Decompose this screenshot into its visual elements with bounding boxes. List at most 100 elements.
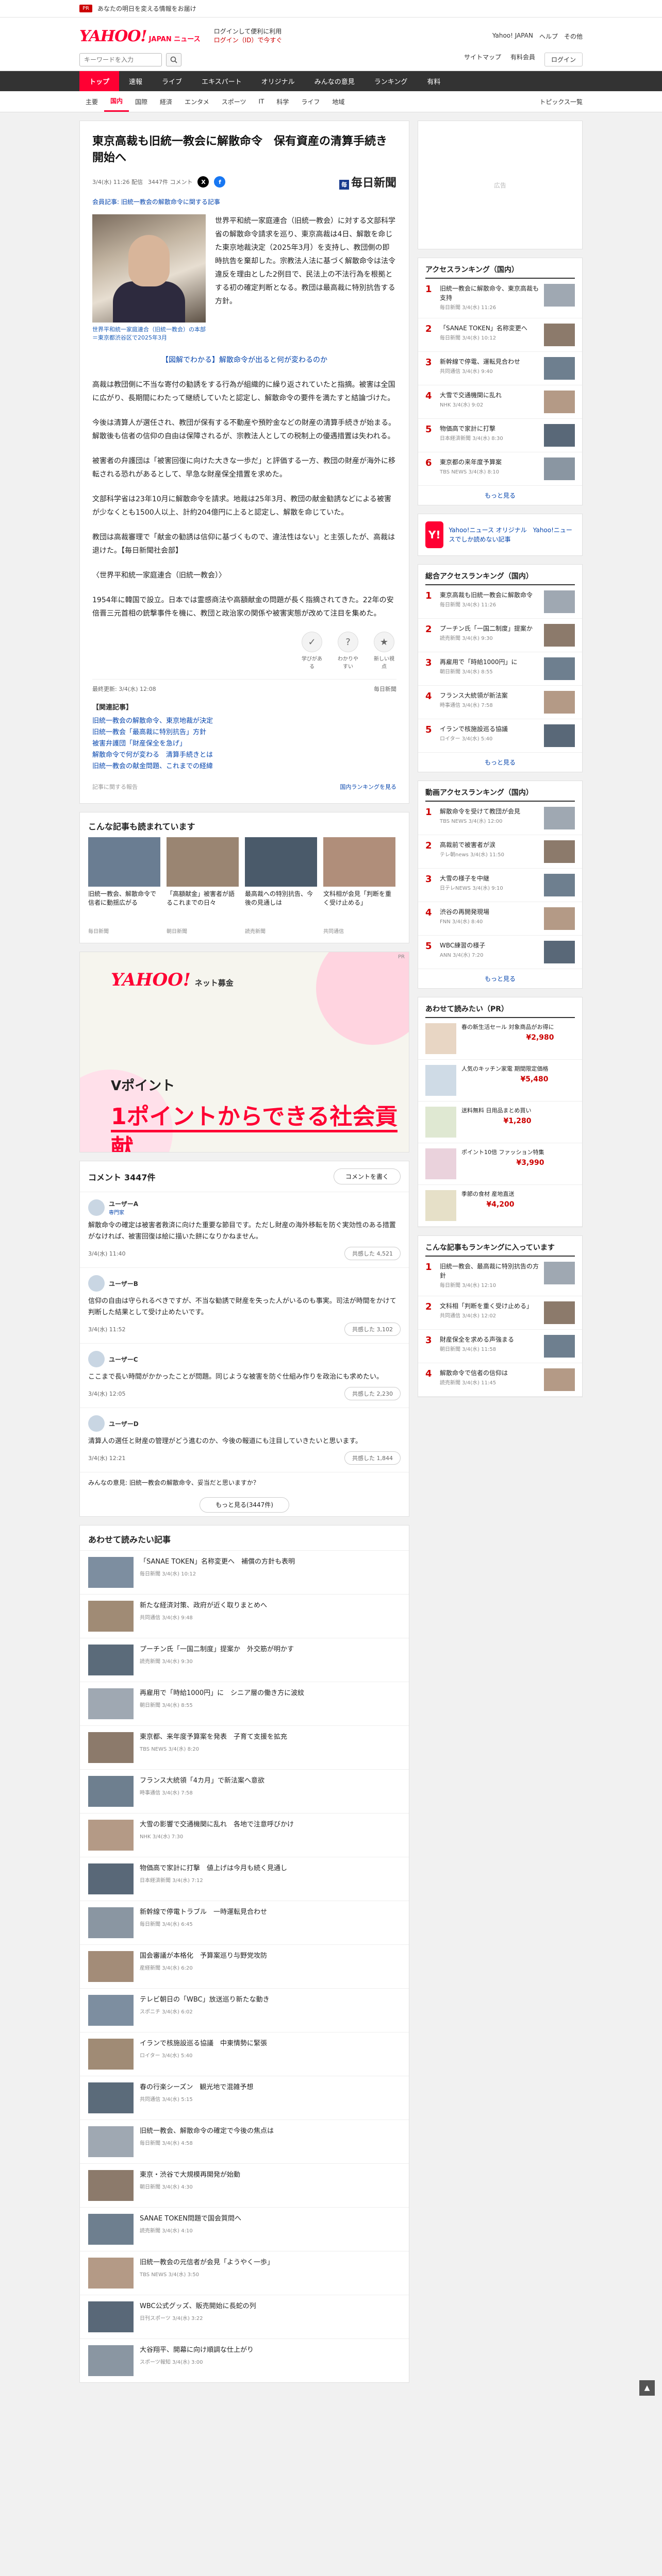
- ranking-item[interactable]: 4 大雪で交通機関に乱れ NHK 3/4(水) 9:02: [418, 385, 582, 419]
- ranking-thumbnail[interactable]: [544, 424, 575, 447]
- ranking-thumbnail[interactable]: [544, 324, 575, 346]
- premium-link[interactable]: 有料会員: [510, 53, 535, 66]
- category-tab[interactable]: ライフ: [295, 92, 326, 111]
- related-link[interactable]: 解散命令で何が変わる 清算手続きとは: [92, 750, 396, 761]
- avatar[interactable]: [88, 1415, 105, 1432]
- shop-title[interactable]: 送料無料 日用品まとめ買い: [461, 1107, 532, 1115]
- ranking-title[interactable]: 解散命令で信者の信仰は: [440, 1368, 539, 1378]
- ranking-link[interactable]: 国内ランキングを見る: [340, 783, 396, 791]
- related-title[interactable]: プーチン氏「一国二制度」提案か 外交筋が明かす: [140, 1645, 401, 1655]
- recommend-item[interactable]: 旧統一教会、解散命令で信者に動揺広がる 毎日新聞: [88, 837, 160, 935]
- ranking-item[interactable]: 1 解散命令を受けて教団が会見 TBS NEWS 3/4(水) 12:00: [418, 802, 582, 835]
- nav-tab[interactable]: 速報: [119, 71, 152, 91]
- ranking-item[interactable]: 2 「SANAE TOKEN」名称変更へ 毎日新聞 3/4(水) 10:12: [418, 318, 582, 352]
- comments-count-link[interactable]: 3447件 コメント: [148, 178, 193, 186]
- related-title[interactable]: 国会審議が本格化 予算案巡り与野党攻防: [140, 1951, 401, 1961]
- ranking-title[interactable]: 旧統一教会に解散命令、東京高裁も支持: [440, 284, 539, 302]
- category-tab[interactable]: 地域: [326, 92, 351, 111]
- promo-text[interactable]: あなたの明日を変える情報をお届け: [97, 4, 196, 13]
- ranking-item[interactable]: 4 渋谷の再開発現場 FNN 3/4(水) 8:40: [418, 902, 582, 936]
- related-item[interactable]: 物価高で家計に打撃 値上げは今月も続く見通し 日本経済新聞 3/4(水) 7:12: [80, 1857, 409, 1901]
- comment-author[interactable]: ユーザーD: [109, 1419, 139, 1428]
- related-link[interactable]: 旧統一教会の献金問題、これまでの経緯: [92, 761, 396, 772]
- shop-thumbnail[interactable]: [425, 1148, 456, 1179]
- related-title[interactable]: 大雪の影響で交通機関に乱れ 各地で注意呼びかけ: [140, 1820, 401, 1830]
- ranking-title[interactable]: 高裁前で被害者が涙: [440, 840, 539, 850]
- related-title[interactable]: 新たな経済対策、政府が近く取りまとめへ: [140, 1601, 401, 1611]
- more-comments-button[interactable]: もっと見る(3447件): [200, 1497, 289, 1513]
- ranking-thumbnail[interactable]: [544, 624, 575, 647]
- original-promo[interactable]: Y! Yahoo!ニュース オリジナル Yahoo!ニュースでしか読めない記事: [418, 514, 583, 556]
- related-title[interactable]: 旧統一教会、解散命令の確定で今後の焦点は: [140, 2126, 401, 2137]
- survey-link[interactable]: みんなの意見: 旧統一教会の解散命令、妥当だと思いますか？: [80, 1472, 409, 1493]
- article-source[interactable]: 毎日新聞: [374, 685, 396, 693]
- shop-item[interactable]: 送料無料 日用品まとめ買い ¥1,280: [418, 1101, 582, 1143]
- related-thumbnail[interactable]: [88, 1688, 134, 1719]
- nav-tab[interactable]: エキスパート: [192, 71, 252, 91]
- related-item[interactable]: フランス大統領「4カ月」で新法案へ意欲 時事通信 3/4(水) 7:58: [80, 1769, 409, 1813]
- related-title[interactable]: イランで核施設巡る協議 中東情勢に緊張: [140, 2039, 401, 2049]
- ranking-thumbnail[interactable]: [544, 1368, 575, 1391]
- ranking-item[interactable]: 5 イランで核施設巡る協議 ロイター 3/4(水) 5:40: [418, 719, 582, 753]
- nav-tab[interactable]: みんなの意見: [305, 71, 365, 91]
- login-now-link[interactable]: ログイン（ID）で今すぐ: [214, 36, 283, 45]
- related-thumbnail[interactable]: [88, 1776, 134, 1807]
- ranking-thumbnail[interactable]: [544, 807, 575, 829]
- category-tab[interactable]: スポーツ: [216, 92, 253, 111]
- sitemap-link[interactable]: サイトマップ: [464, 53, 501, 66]
- agree-button[interactable]: 共感した 3,102: [344, 1323, 401, 1336]
- ranking-title[interactable]: 文科相「判断を重く受け止める」: [440, 1301, 539, 1311]
- related-thumbnail[interactable]: [88, 2039, 134, 2070]
- search-input[interactable]: [79, 53, 162, 66]
- related-title[interactable]: 東京都、来年度予算案を発表 子育て支援を拡充: [140, 1732, 401, 1742]
- shop-thumbnail[interactable]: [425, 1190, 456, 1221]
- ranking-item[interactable]: 5 WBC練習の様子 ANN 3/4(水) 7:20: [418, 936, 582, 969]
- x-share-icon[interactable]: X: [197, 176, 209, 188]
- ranking-more-link[interactable]: もっと見る: [418, 486, 582, 505]
- shop-thumbnail[interactable]: [425, 1023, 456, 1054]
- shop-thumbnail[interactable]: [425, 1065, 456, 1096]
- back-to-top-button[interactable]: ▲: [639, 2380, 655, 2396]
- ranking-item[interactable]: 2 高裁前で被害者が涙 テレ朝news 3/4(水) 11:50: [418, 835, 582, 869]
- article-subhead-link[interactable]: 【図解でわかる】解散命令が出ると何が変わるのか: [92, 353, 396, 367]
- related-title[interactable]: 旧統一教会の元信者が会見「ようやく一歩」: [140, 2258, 401, 2268]
- agree-button[interactable]: 共感した 2,230: [344, 1387, 401, 1400]
- related-item[interactable]: イランで核施設巡る協議 中東情勢に緊張 ロイター 3/4(水) 5:40: [80, 2032, 409, 2076]
- nav-tab[interactable]: ライブ: [152, 71, 192, 91]
- yahoo-japan-link[interactable]: Yahoo! JAPAN: [492, 32, 533, 41]
- related-thumbnail[interactable]: [88, 1820, 134, 1851]
- source-logo[interactable]: 毎毎日新聞: [339, 174, 396, 190]
- related-item[interactable]: 旧統一教会の元信者が会見「ようやく一歩」 TBS NEWS 3/4(水) 3:50: [80, 2251, 409, 2295]
- related-title[interactable]: フランス大統領「4カ月」で新法案へ意欲: [140, 1776, 401, 1786]
- related-thumbnail[interactable]: [88, 1995, 134, 2026]
- ranking-title[interactable]: 大雪で交通機関に乱れ: [440, 391, 539, 400]
- avatar[interactable]: [88, 1351, 105, 1367]
- related-title[interactable]: 東京・渋谷で大規模再開発が始動: [140, 2170, 401, 2180]
- ranking-item[interactable]: 3 新幹線で停電、運転見合わせ 共同通信 3/4(水) 9:40: [418, 352, 582, 385]
- yahoo-news-logo[interactable]: YAHOO! JAPAN ニュース: [79, 27, 201, 45]
- reaction-learn-button[interactable]: ✓ 学びがある: [300, 632, 324, 670]
- article-tag-link[interactable]: 会員記事: 旧統一教会の解散命令に関する記事: [92, 197, 396, 206]
- ranking-item[interactable]: 4 フランス大統領が新法案 時事通信 3/4(水) 7:58: [418, 686, 582, 719]
- ranking-title[interactable]: フランス大統領が新法案: [440, 691, 539, 700]
- related-item[interactable]: 春の行楽シーズン 観光地で混雑予想 共同通信 3/4(水) 5:15: [80, 2076, 409, 2120]
- agree-button[interactable]: 共感した 4,521: [344, 1247, 401, 1260]
- facebook-share-icon[interactable]: f: [214, 176, 226, 188]
- related-thumbnail[interactable]: [88, 1907, 134, 1938]
- shop-item[interactable]: 季節の食材 産地直送 ¥4,200: [418, 1185, 582, 1227]
- donation-ad-banner[interactable]: PR YAHOO! ネット募金 Vポイント 1ポイントからできる社会貢献: [79, 952, 409, 1153]
- ranking-title[interactable]: 東京高裁も旧統一教会に解散命令: [440, 590, 539, 600]
- ranking-thumbnail[interactable]: [544, 840, 575, 863]
- ranking-item[interactable]: 6 東京都の来年度予算案 TBS NEWS 3/4(水) 8:10: [418, 452, 582, 486]
- related-item[interactable]: 大雪の影響で交通機関に乱れ 各地で注意呼びかけ NHK 3/4(水) 7:30: [80, 1813, 409, 1857]
- ranking-thumbnail[interactable]: [544, 1335, 575, 1358]
- ranking-thumbnail[interactable]: [544, 457, 575, 480]
- related-title[interactable]: 春の行楽シーズン 観光地で混雑予想: [140, 2082, 401, 2093]
- category-tab[interactable]: IT: [252, 93, 270, 110]
- ranking-thumbnail[interactable]: [544, 1262, 575, 1284]
- ranking-item[interactable]: 3 再雇用で「時給1000円」に 朝日新聞 3/4(水) 8:55: [418, 652, 582, 686]
- related-link[interactable]: 旧統一教会「最高裁に特別抗告」方針: [92, 727, 396, 738]
- ranking-item[interactable]: 4 解散命令で信者の信仰は 読売新聞 3/4(水) 11:45: [418, 1363, 582, 1397]
- article-photo[interactable]: 世界平和統一家庭連合（旧統一教会）の本部＝東京都渋谷区で2025年3月: [92, 214, 206, 342]
- shop-thumbnail[interactable]: [425, 1107, 456, 1138]
